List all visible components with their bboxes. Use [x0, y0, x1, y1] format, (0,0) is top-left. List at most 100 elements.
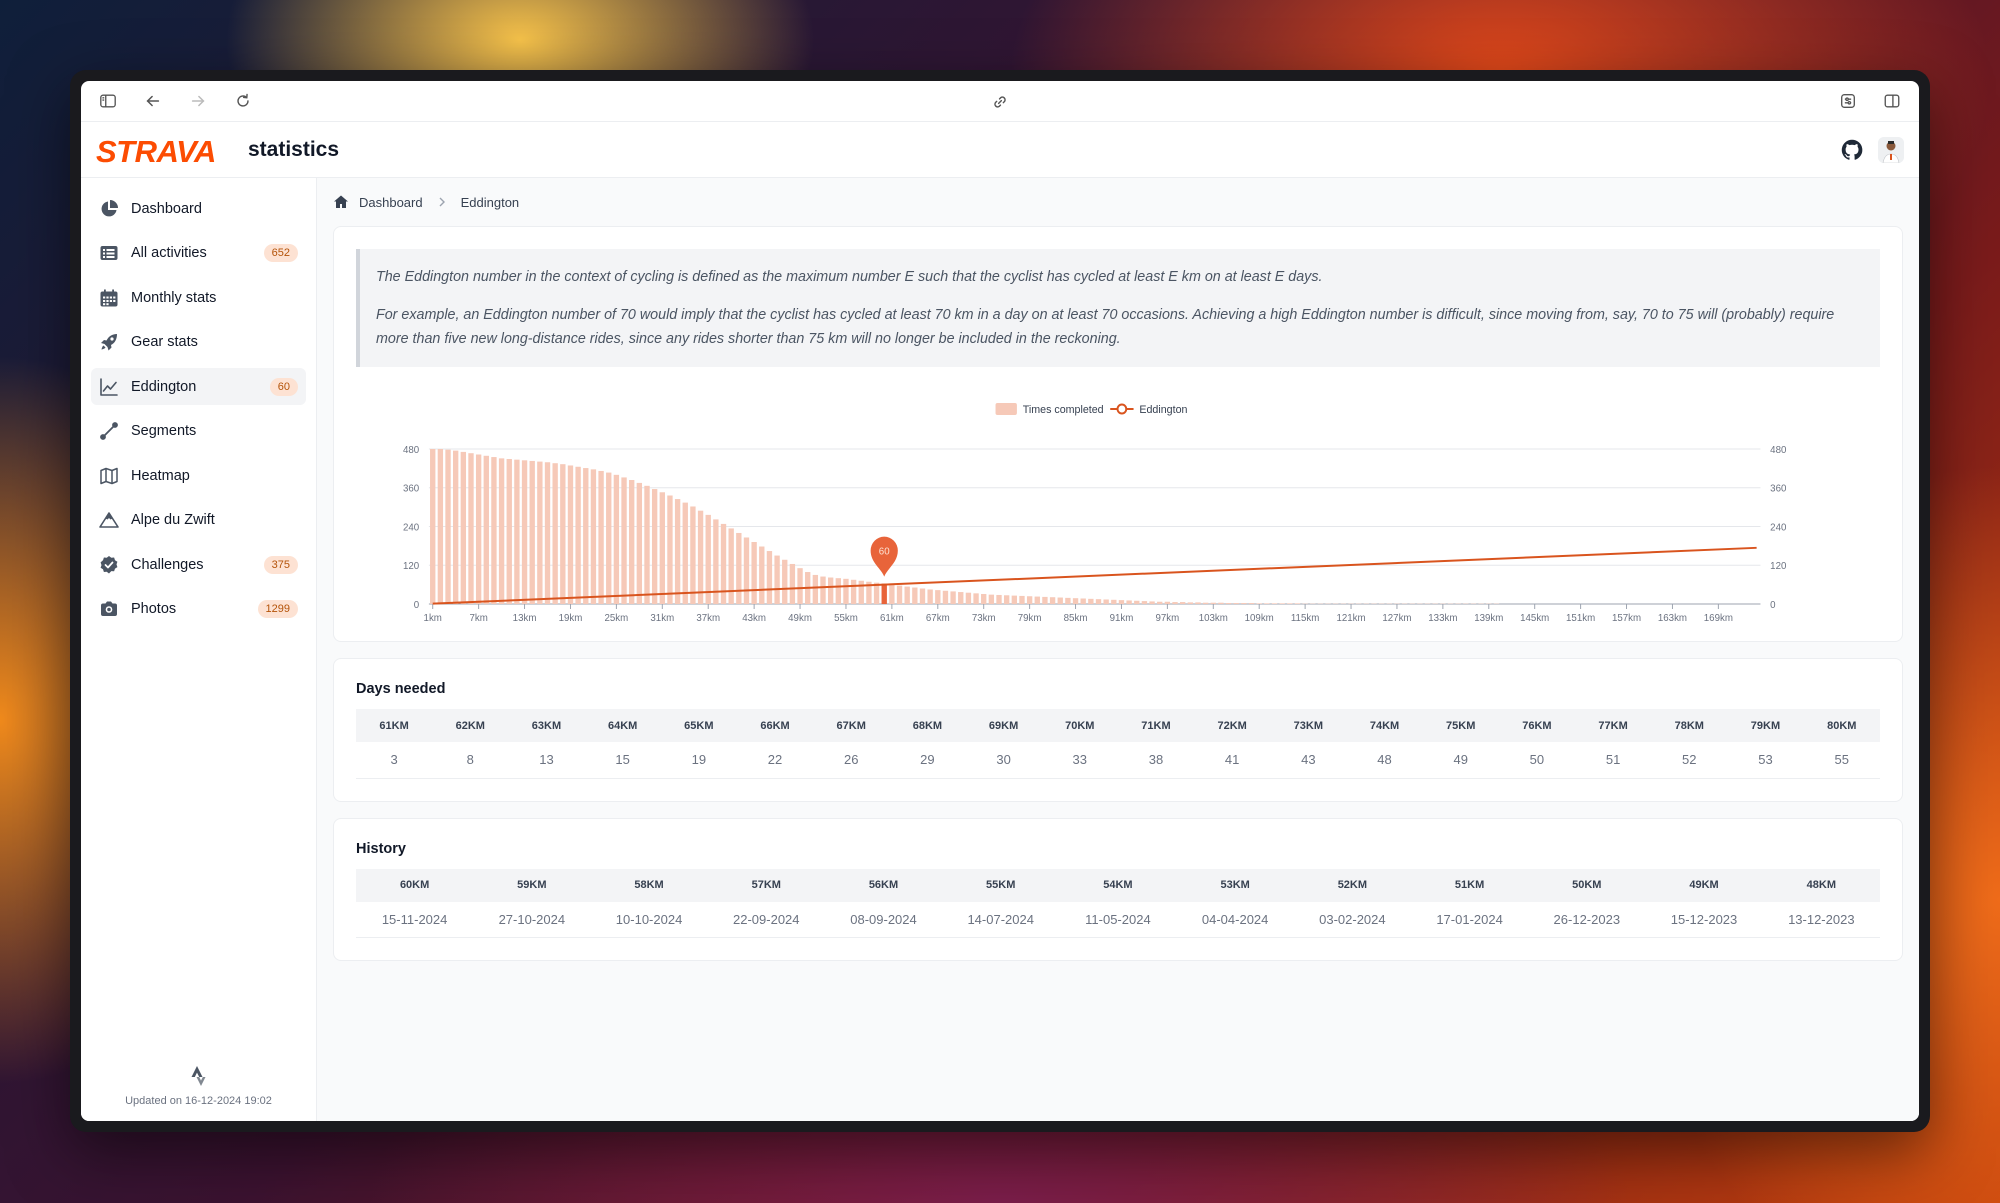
mountain-icon: [99, 510, 119, 530]
bar: [1042, 596, 1048, 604]
column-header: 64KM: [584, 709, 661, 742]
sidebar-toggle-icon[interactable]: [95, 88, 121, 114]
y-tick-label-right: 0: [1770, 600, 1776, 611]
sidebar-item-label: Eddington: [131, 378, 197, 395]
days-needed-card: Days needed 61KM 62KM 63KM 64KM 65KM 66KM 67KM…: [333, 658, 1903, 802]
bar: [590, 469, 597, 604]
bar: [1095, 599, 1102, 604]
bar: [858, 580, 864, 604]
table-cell: 3: [356, 742, 433, 779]
avatar[interactable]: [1878, 136, 1904, 163]
table-cell: 55: [1803, 742, 1880, 779]
bar: [988, 594, 995, 604]
split-view-icon[interactable]: [1879, 88, 1905, 114]
column-header: 56KM: [824, 868, 943, 902]
history-title: History: [356, 840, 406, 857]
x-tick-label: 13km: [513, 613, 537, 624]
bar: [468, 453, 474, 604]
column-header: 67KM: [813, 709, 890, 742]
x-tick-label: 79km: [1018, 613, 1042, 624]
home-icon[interactable]: [333, 194, 349, 210]
column-header: 57KM: [707, 868, 825, 902]
column-header: 72KM: [1194, 709, 1271, 742]
bar: [1157, 601, 1163, 604]
column-header: 65KM: [660, 709, 737, 742]
sidebar-item-segments[interactable]: Segments: [91, 413, 306, 450]
bar: [889, 584, 895, 604]
x-tick-label: 127km: [1382, 613, 1411, 624]
x-tick-label: 151km: [1566, 613, 1595, 624]
column-header: 70KM: [1041, 709, 1118, 742]
sidebar-item-label: Dashboard: [131, 200, 202, 217]
x-tick-label: 109km: [1245, 613, 1274, 624]
map-icon: [99, 466, 119, 486]
days-needed-table: 61KM 62KM 63KM 64KM 65KM 66KM 67KM 68KM 69KM 70KM…: [356, 709, 1880, 779]
bar: [996, 594, 1002, 604]
table-cell: 15-11-2024: [356, 901, 474, 938]
x-tick-label: 31km: [650, 613, 674, 624]
sidebar-item-label: All activities: [131, 245, 207, 261]
sidebar-item-dashboard[interactable]: Dashboard: [91, 190, 306, 227]
breadcrumb-dashboard[interactable]: Dashboard: [359, 195, 423, 210]
x-tick-label: 145km: [1520, 613, 1549, 624]
reload-icon[interactable]: [230, 88, 256, 114]
forward-arrow-icon[interactable]: [185, 88, 211, 114]
sidebar-item-monthly-stats[interactable]: Monthly stats: [91, 279, 306, 316]
bar: [942, 590, 949, 604]
bar: [766, 551, 773, 604]
bar: [743, 537, 750, 604]
bar: [1202, 602, 1209, 604]
sidebar-item-alpe-du-zwift[interactable]: Alpe du Zwift: [91, 502, 306, 539]
back-arrow-icon[interactable]: [140, 88, 166, 114]
y-tick-label: 0: [414, 600, 420, 611]
table-cell: 49: [1422, 742, 1499, 779]
table-cell: 04-04-2024: [1176, 901, 1294, 938]
history-card: History 60KM 59KM 58KM 57KM 56KM 55KM 54KM 53KM…: [333, 817, 1903, 961]
github-icon[interactable]: [1840, 138, 1864, 162]
y-tick-label: 360: [403, 484, 420, 495]
bar: [529, 460, 535, 604]
bar: [1287, 603, 1293, 604]
bar: [736, 532, 742, 604]
bar: [1088, 598, 1094, 604]
x-tick-label: 133km: [1428, 613, 1457, 624]
x-tick-label: 103km: [1199, 613, 1228, 624]
sidebar-item-label: Segments: [131, 423, 197, 439]
sidebar-item-challenges[interactable]: Challenges 375: [91, 546, 306, 583]
bar: [682, 502, 688, 604]
sidebar-footer: Updated on 16-12-2024 19:02: [81, 1065, 316, 1107]
bar: [705, 514, 711, 604]
bar: [651, 489, 658, 604]
table-cell: 15: [584, 742, 661, 779]
bar: [843, 578, 849, 604]
sidebar-item-all-activities[interactable]: All activities 652: [91, 235, 306, 272]
bar: [491, 457, 497, 604]
sidebar-item-heatmap[interactable]: Heatmap: [91, 457, 306, 494]
link-icon[interactable]: [987, 89, 1013, 115]
column-header: 61KM: [356, 709, 433, 742]
home-link[interactable]: STRAVA statistics: [96, 135, 339, 165]
column-header: 59KM: [473, 868, 591, 902]
table-cell: 51: [1575, 742, 1652, 779]
x-tick-label: 49km: [788, 613, 812, 624]
sidebar-item-gear-stats[interactable]: Gear stats: [91, 324, 306, 361]
badge-check-icon: [99, 555, 119, 575]
sidebar-item-photos[interactable]: Photos 1299: [91, 591, 306, 628]
x-tick-label: 1km: [424, 613, 442, 624]
eddington-chart-svg: Times completed Eddington 0 0 120 120 240 240 36…: [403, 403, 1787, 624]
bar: [1026, 596, 1033, 604]
x-tick-label: 157km: [1612, 613, 1641, 624]
bar: [958, 592, 964, 604]
rocket-icon: [99, 332, 119, 352]
bar: [483, 455, 489, 604]
column-header: 76KM: [1498, 709, 1575, 742]
column-header: 53KM: [1176, 868, 1294, 902]
bar: [965, 592, 972, 604]
table-cell: 30: [965, 742, 1042, 779]
bar: [1141, 601, 1148, 604]
sidebar-item-eddington[interactable]: Eddington 60: [91, 368, 306, 405]
extensions-icon[interactable]: [1835, 88, 1861, 114]
table-cell: 41: [1194, 742, 1271, 779]
bar: [1080, 598, 1086, 604]
bar: [820, 576, 826, 604]
